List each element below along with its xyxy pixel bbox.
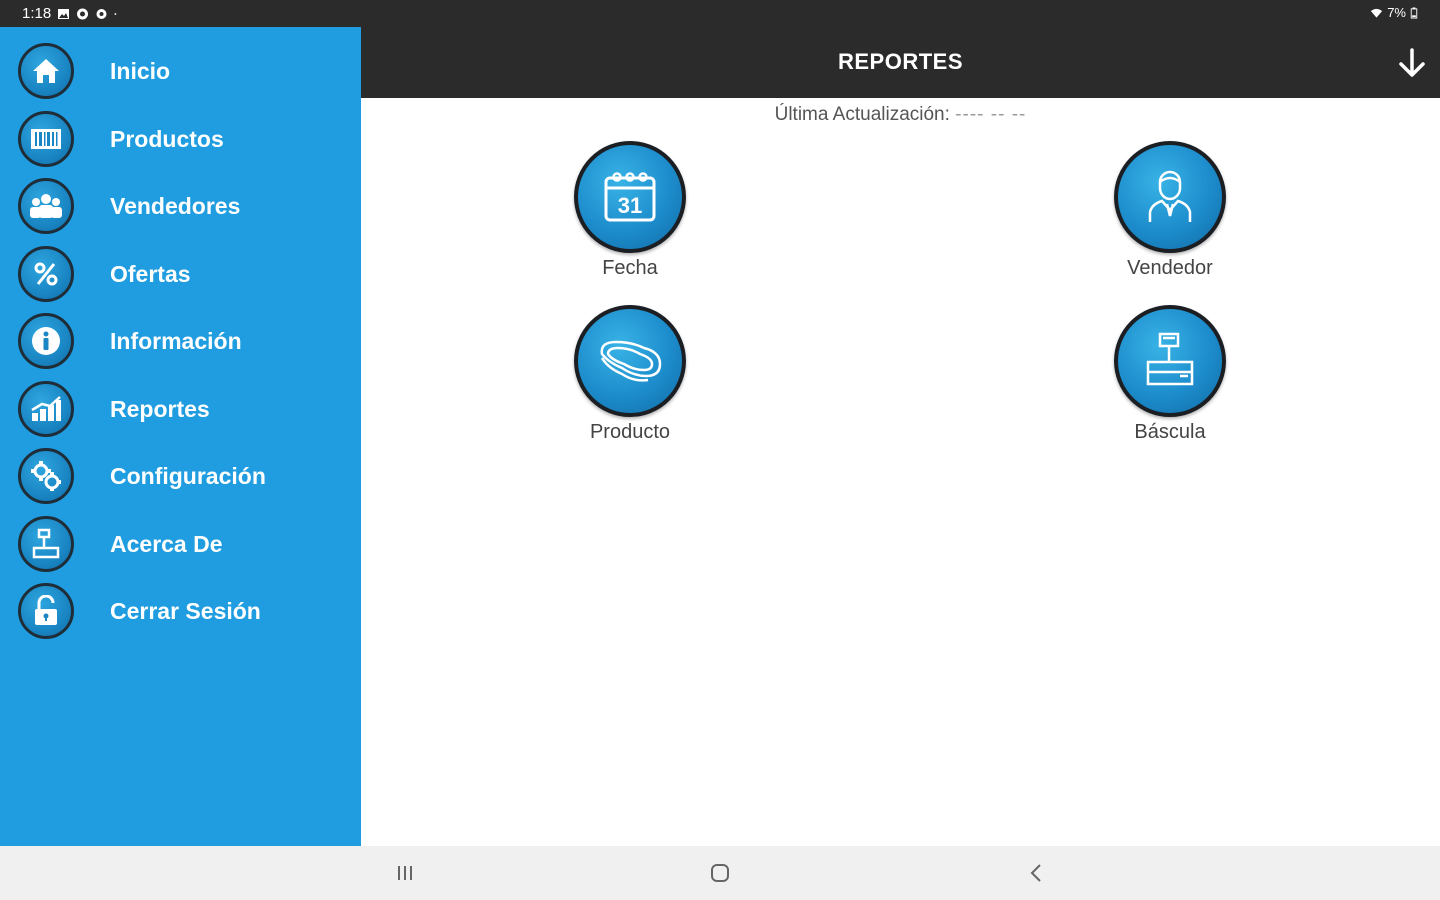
sidebar-item-inicio[interactable]: Inicio — [0, 40, 361, 102]
navigation-bar — [0, 846, 1440, 900]
sidebar-menu: Inicio Productos Vendedores Ofertas Info… — [0, 27, 361, 846]
battery-percent: 7% — [1387, 5, 1406, 20]
sidebar-item-label: Reportes — [110, 395, 210, 422]
settings-icon — [96, 8, 107, 19]
sidebar-item-ofertas[interactable]: Ofertas — [0, 243, 361, 305]
unlock-icon — [18, 583, 74, 639]
sidebar-item-reportes[interactable]: Reportes — [0, 378, 361, 440]
last-update-label: Última Actualización: — [774, 104, 950, 125]
recents-icon — [398, 866, 412, 880]
last-update-value: ---- -- -- — [955, 104, 1027, 125]
status-right: 7% — [1370, 5, 1418, 20]
calendar-day: 31 — [618, 193, 642, 218]
nav-home-button[interactable] — [700, 858, 740, 888]
sidebar-item-label: Productos — [110, 125, 224, 152]
sidebar-item-informacion[interactable]: Información — [0, 310, 361, 372]
info-icon — [18, 313, 74, 369]
barcode-icon — [18, 111, 74, 167]
report-bascula[interactable]: Báscula — [1070, 305, 1270, 455]
status-bar: 1:18 7% — [0, 0, 1440, 27]
gears-icon — [18, 448, 74, 504]
wifi-icon — [1371, 8, 1383, 18]
download-button[interactable] — [1392, 43, 1432, 83]
sidebar-item-productos[interactable]: Productos — [0, 108, 361, 170]
download-arrow-icon — [1399, 48, 1425, 77]
scale-icon — [18, 516, 74, 572]
sidebar-item-label: Configuración — [110, 462, 266, 489]
sidebar-item-cerrar-sesion[interactable]: Cerrar Sesión — [0, 580, 361, 642]
report-label: Fecha — [602, 257, 658, 279]
meat-icon — [574, 305, 686, 417]
reports-content: Última Actualización: ---- -- -- 31 Fech… — [361, 98, 1440, 846]
circle-icon — [77, 8, 89, 19]
sidebar-item-label: Acerca De — [110, 530, 223, 557]
back-button[interactable] — [1016, 858, 1056, 888]
percent-icon — [18, 246, 74, 302]
last-update: Última Actualización: ---- -- -- — [361, 104, 1440, 126]
chart-icon — [18, 381, 74, 437]
sidebar-item-configuracion[interactable]: Configuración — [0, 445, 361, 507]
status-left: 1:18 — [22, 5, 120, 22]
battery-icon — [1410, 6, 1418, 19]
home-icon — [18, 43, 74, 99]
report-label: Vendedor — [1127, 257, 1213, 279]
report-vendedor[interactable]: Vendedor — [1070, 141, 1270, 291]
report-label: Báscula — [1134, 421, 1206, 443]
recents-button[interactable] — [385, 858, 425, 888]
calendar-icon: 31 — [574, 141, 686, 253]
sidebar-item-label: Cerrar Sesión — [110, 597, 261, 624]
app-bar: REPORTES — [361, 27, 1440, 98]
status-time: 1:18 — [22, 5, 52, 22]
sidebar-item-label: Inicio — [110, 57, 171, 84]
sidebar-item-label: Vendedores — [110, 192, 241, 219]
salesperson-icon — [1114, 141, 1226, 253]
scale-icon — [1114, 305, 1226, 417]
report-producto[interactable]: Producto — [530, 305, 730, 455]
home-icon — [711, 864, 729, 882]
report-label: Producto — [589, 421, 671, 443]
report-fecha[interactable]: 31 Fecha — [530, 141, 730, 291]
sidebar-item-acerca-de[interactable]: Acerca De — [0, 513, 361, 575]
back-icon — [1030, 864, 1041, 882]
page-title: REPORTES — [837, 49, 964, 74]
sidebar-item-label: Información — [110, 327, 242, 354]
users-icon — [18, 178, 74, 234]
sidebar-item-label: Ofertas — [110, 260, 191, 287]
dot-icon — [114, 12, 117, 15]
sidebar-item-vendedores[interactable]: Vendedores — [0, 175, 361, 237]
gallery-icon — [58, 8, 70, 19]
